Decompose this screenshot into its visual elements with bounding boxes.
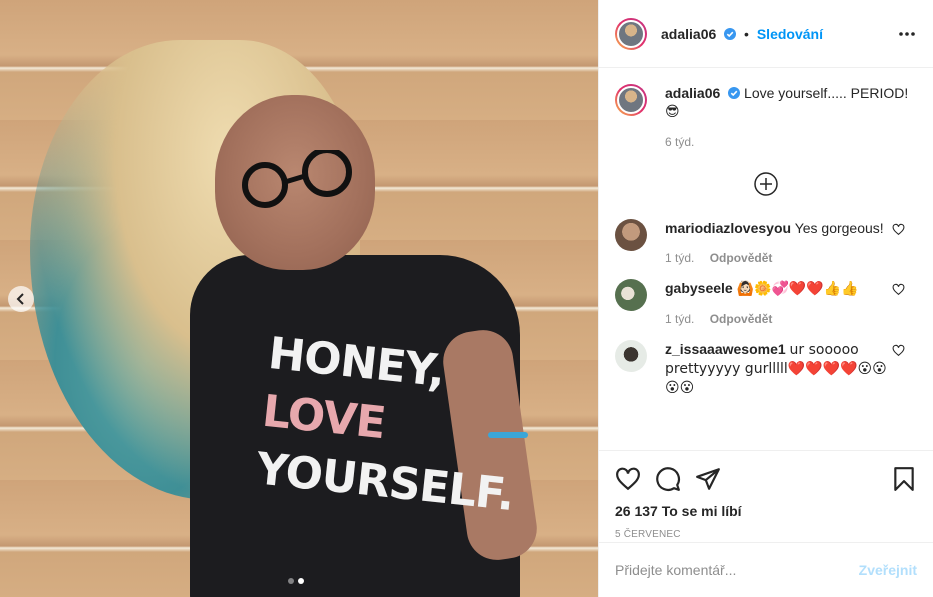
caption-text-block: adalia06 Love yourself..... PERIOD! 😎: [665, 84, 908, 121]
post-photo[interactable]: HONEY, LOVE YOURSELF.: [0, 0, 598, 597]
commenter-avatar[interactable]: [615, 279, 647, 311]
comments-list[interactable]: adalia06 Love yourself..... PERIOD! 😎 6 …: [599, 68, 933, 450]
follow-button[interactable]: Sledování: [757, 26, 823, 42]
commenter-username[interactable]: z_issaaawesome1: [665, 341, 786, 357]
comment-input[interactable]: [615, 562, 859, 578]
author-username[interactable]: adalia06: [661, 26, 716, 42]
verified-badge-icon: [728, 87, 741, 99]
caption-username[interactable]: adalia06: [665, 85, 720, 101]
likes-count[interactable]: 26 137 To se mi líbí: [615, 503, 917, 519]
bookmark-icon[interactable]: [891, 466, 917, 492]
commenter-username[interactable]: gabyseele: [665, 280, 733, 296]
post-dialog: HONEY, LOVE YOURSELF. adalia06 • Sledová…: [0, 0, 933, 597]
previous-photo-button[interactable]: [8, 286, 34, 312]
comment-icon[interactable]: [655, 466, 681, 492]
comment-text: Yes gorgeous!: [794, 220, 884, 236]
comment-meta: 1 týd. Odpovědět: [665, 312, 859, 326]
more-options-icon[interactable]: [897, 24, 917, 44]
post-side-panel: adalia06 • Sledování adalia06 Love yours…: [598, 0, 933, 597]
photo-bracelet: [488, 432, 528, 438]
share-icon[interactable]: [695, 466, 721, 492]
comment-time[interactable]: 1 týd.: [665, 312, 694, 326]
comment-item: z_issaaawesome1 ur sooooo prettyyyyy gur…: [615, 340, 917, 397]
commenter-avatar[interactable]: [615, 340, 647, 372]
like-comment-icon[interactable]: [892, 344, 905, 357]
reply-button[interactable]: Odpovědět: [710, 312, 773, 326]
post-date[interactable]: 5 ČERVENEC: [615, 529, 917, 540]
comment-meta: 1 týd. Odpovědět: [665, 251, 884, 265]
photo-shirt-text: HONEY, LOVE YOURSELF.: [253, 325, 516, 521]
comment-item: mariodiazlovesyou Yes gorgeous! 1 týd. O…: [615, 219, 917, 265]
comment-item: gabyseele 🙆🏻🌼💞❤️❤️👍👍 1 týd. Odpovědět: [615, 279, 917, 326]
caption-avatar[interactable]: [615, 84, 647, 116]
comment-text: 🙆🏻🌼💞❤️❤️👍👍: [736, 281, 859, 297]
verified-badge-icon: [724, 27, 737, 40]
reply-button[interactable]: Odpovědět: [710, 251, 773, 265]
action-icons: [615, 459, 917, 499]
like-comment-icon[interactable]: [892, 223, 905, 236]
like-comment-icon[interactable]: [892, 283, 905, 296]
post-actions: 26 137 To se mi líbí 5 ČERVENEC: [599, 450, 933, 540]
caption-time[interactable]: 6 týd.: [665, 135, 908, 149]
commenter-avatar[interactable]: [615, 219, 647, 251]
author-avatar[interactable]: [615, 17, 647, 50]
post-caption: adalia06 Love yourself..... PERIOD! 😎 6 …: [615, 84, 917, 149]
publish-button[interactable]: Zveřejnit: [859, 562, 917, 578]
comment-composer: Zveřejnit: [599, 542, 933, 597]
load-more-comments-icon[interactable]: [753, 171, 779, 197]
chevron-left-icon: [16, 293, 24, 305]
post-header: adalia06 • Sledování: [599, 0, 933, 68]
caption-emoji: 😎: [665, 104, 680, 120]
carousel-dot-active: [298, 578, 304, 584]
header-separator: •: [744, 25, 749, 42]
carousel-dot: [288, 578, 294, 584]
photo-glasses: [242, 150, 352, 208]
carousel-indicator: [288, 578, 304, 584]
author-line: adalia06 • Sledování: [661, 26, 823, 42]
like-icon[interactable]: [615, 466, 641, 492]
comment-time[interactable]: 1 týd.: [665, 251, 694, 265]
commenter-username[interactable]: mariodiazlovesyou: [665, 220, 791, 236]
caption-text: Love yourself..... PERIOD!: [744, 85, 909, 101]
